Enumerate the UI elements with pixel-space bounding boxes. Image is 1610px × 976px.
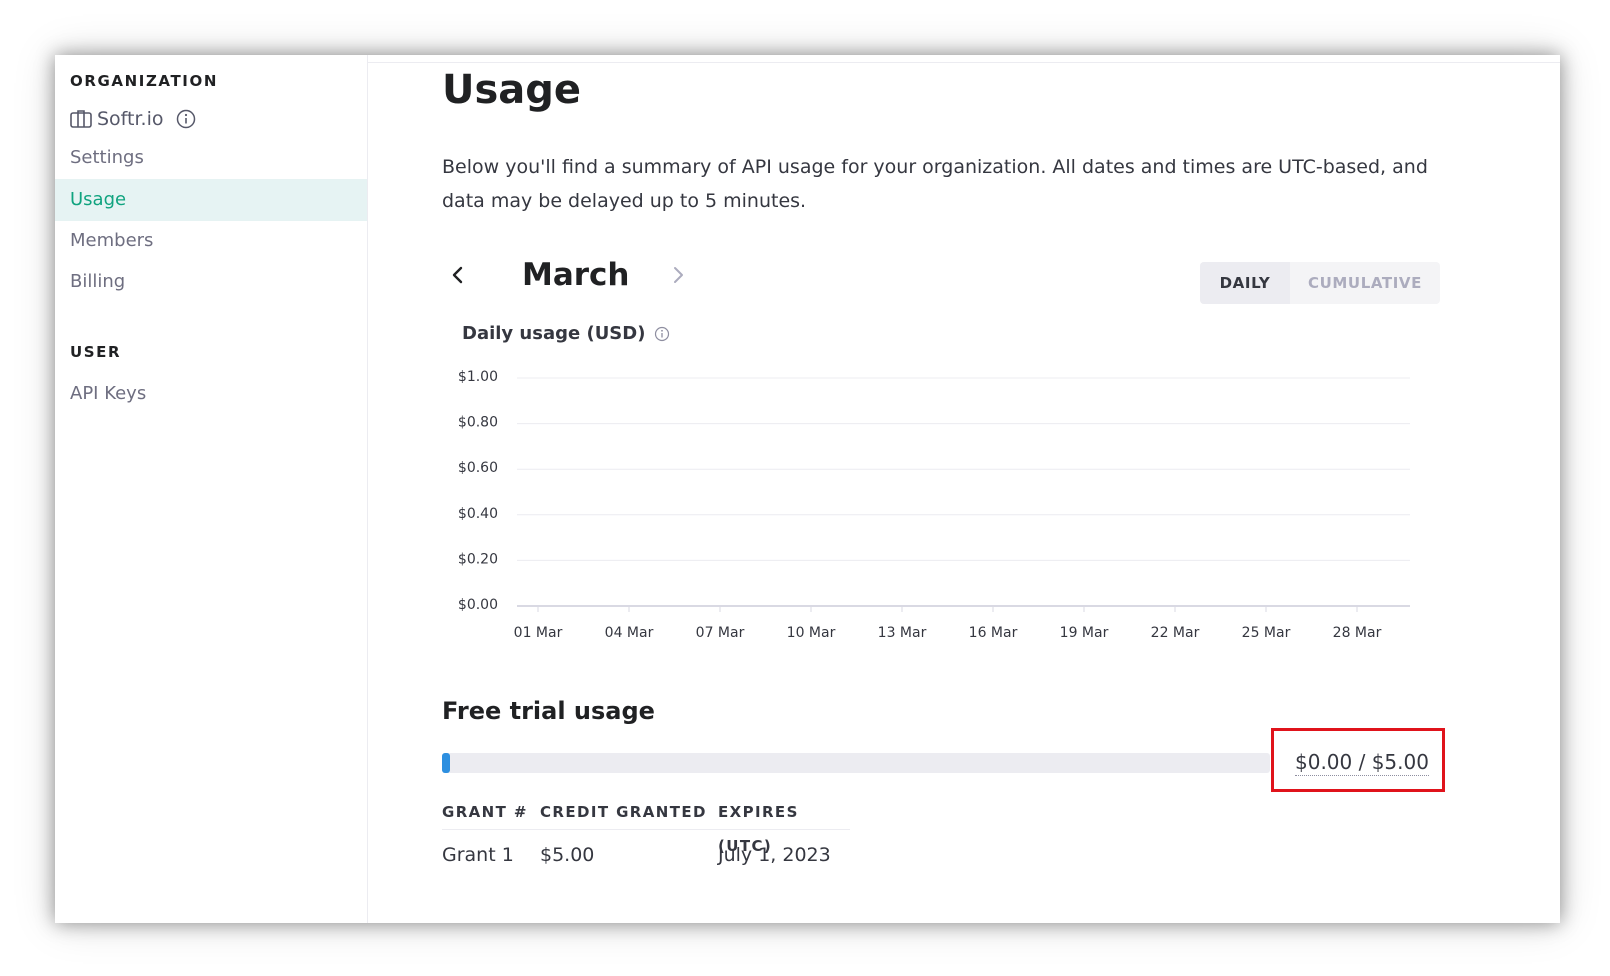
header-grant: GRANT # — [442, 803, 528, 821]
sidebar-item-settings[interactable]: Settings — [55, 137, 367, 179]
month-label: March — [522, 257, 630, 293]
grants-header-row: GRANT # CREDIT GRANTED EXPIRES (UTC) — [442, 795, 850, 855]
x-tick-label: 04 Mar — [605, 625, 654, 641]
table-row: Grant 1 $5.00 July 1, 2023 — [442, 830, 850, 880]
free-trial-progress-track — [442, 753, 1270, 773]
header-expires: EXPIRES (UTC) — [718, 803, 799, 855]
info-icon[interactable] — [176, 109, 196, 129]
chevron-right-icon[interactable] — [667, 263, 689, 287]
main-content: Usage Below you'll find a summary of API… — [442, 55, 1542, 923]
x-tick-label: 25 Mar — [1242, 625, 1291, 641]
page-title: Usage — [442, 67, 582, 113]
x-tick-label: 10 Mar — [787, 625, 836, 641]
view-toggle: DAILY CUMULATIVE — [1200, 262, 1440, 304]
x-tick-label: 19 Mar — [1060, 625, 1109, 641]
sidebar-item-billing[interactable]: Billing — [55, 261, 367, 303]
sidebar: ORGANIZATION Softr.io Settings Usage Mem… — [55, 55, 368, 923]
chevron-left-icon[interactable] — [447, 263, 469, 287]
free-trial-progress-fill — [442, 753, 450, 773]
y-tick-label: $0.40 — [458, 506, 498, 522]
y-tick-label: $1.00 — [458, 369, 498, 385]
header-credit-granted: CREDIT GRANTED — [540, 803, 707, 821]
y-tick-label: $0.80 — [458, 415, 498, 431]
org-name: Softr.io — [97, 108, 164, 130]
y-tick-label: $0.20 — [458, 551, 498, 567]
x-tick-label: 16 Mar — [969, 625, 1018, 641]
daily-usage-chart: $0.00 $0.20 $0.40 $0.60 $0.80 $1.00 01 Mar 04 M… — [458, 369, 1410, 641]
x-tick-label: 13 Mar — [878, 625, 927, 641]
x-tick-label: 28 Mar — [1333, 625, 1382, 641]
month-navigator: March — [442, 253, 702, 297]
toggle-cumulative[interactable]: CUMULATIVE — [1290, 262, 1440, 304]
toggle-daily[interactable]: DAILY — [1200, 262, 1290, 304]
chart-title: Daily usage (USD) — [462, 323, 670, 344]
sidebar-item-members[interactable]: Members — [55, 220, 367, 262]
grants-table: GRANT # CREDIT GRANTED EXPIRES (UTC) Gra… — [442, 795, 850, 880]
chart-title-label: Daily usage (USD) — [462, 323, 646, 344]
page-description: Below you'll find a summary of API usage… — [442, 156, 1428, 212]
x-tick-label: 01 Mar — [514, 625, 563, 641]
y-tick-label: $0.60 — [458, 460, 498, 476]
sidebar-item-usage[interactable]: Usage — [55, 179, 367, 221]
building-icon — [70, 110, 92, 128]
org-selector[interactable]: Softr.io — [70, 108, 196, 130]
app-window: ORGANIZATION Softr.io Settings Usage Mem… — [55, 55, 1560, 923]
highlight-box — [1271, 728, 1445, 792]
org-section-heading: ORGANIZATION — [70, 72, 218, 90]
user-section-heading: USER — [70, 343, 122, 361]
info-icon[interactable] — [654, 326, 670, 342]
grant-number: Grant 1 — [442, 844, 514, 866]
grant-credit: $5.00 — [540, 844, 595, 866]
x-tick-label: 22 Mar — [1151, 625, 1200, 641]
x-tick-label: 07 Mar — [696, 625, 745, 641]
sidebar-item-api-keys[interactable]: API Keys — [55, 373, 367, 415]
grant-expires: July 1, 2023 — [718, 844, 831, 866]
y-tick-label: $0.00 — [458, 597, 498, 613]
free-trial-title: Free trial usage — [442, 697, 655, 725]
